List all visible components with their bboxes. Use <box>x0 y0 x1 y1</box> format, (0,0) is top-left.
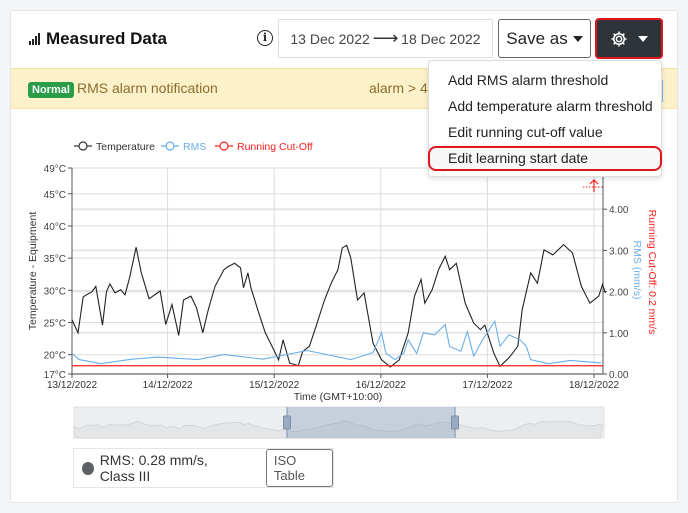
menu-item-edit-learning-start-date[interactable]: Edit learning start date <box>428 146 662 171</box>
status-box: RMS: 0.28 mm/s, Class III ISO Table <box>73 448 334 488</box>
arrow-right-icon: ⟶ <box>372 28 399 48</box>
menu-item-add-temperature-alarm[interactable]: Add temperature alarm threshold <box>429 93 661 119</box>
caret-down-icon <box>572 35 583 42</box>
gear-icon <box>611 31 627 46</box>
status-dot-icon <box>82 461 94 475</box>
settings-dropdown-menu: Add RMS alarm threshold Add temperature … <box>428 60 662 177</box>
menu-item-add-rms-alarm[interactable]: Add RMS alarm threshold <box>429 67 661 93</box>
title-text: Measured Data <box>46 29 167 48</box>
date-to: 18 Dec 2022 <box>401 30 481 47</box>
measured-data-card: Measured Data i 13 Dec 2022 ⟶ 18 Dec 202… <box>10 10 678 503</box>
save-as-button[interactable]: Save as <box>498 19 591 58</box>
card-title: Measured Data <box>29 29 167 49</box>
settings-dropdown-button[interactable] <box>595 18 663 59</box>
alert-text: RMS alarm notification <box>77 80 218 96</box>
iso-table-button[interactable]: ISO Table <box>265 449 333 487</box>
info-icon[interactable]: i <box>257 30 273 46</box>
menu-item-edit-cutoff[interactable]: Edit running cut-off value <box>429 119 661 145</box>
status-badge: Normal <box>28 82 74 98</box>
save-as-label: Save as <box>506 28 568 48</box>
date-from: 13 Dec 2022 <box>290 30 370 47</box>
date-range-picker[interactable]: 13 Dec 2022 ⟶ 18 Dec 2022 <box>278 19 493 58</box>
caret-down-icon <box>638 35 648 42</box>
signal-bars-icon <box>29 33 40 45</box>
rms-status-text: RMS: 0.28 mm/s, Class III <box>99 452 208 484</box>
